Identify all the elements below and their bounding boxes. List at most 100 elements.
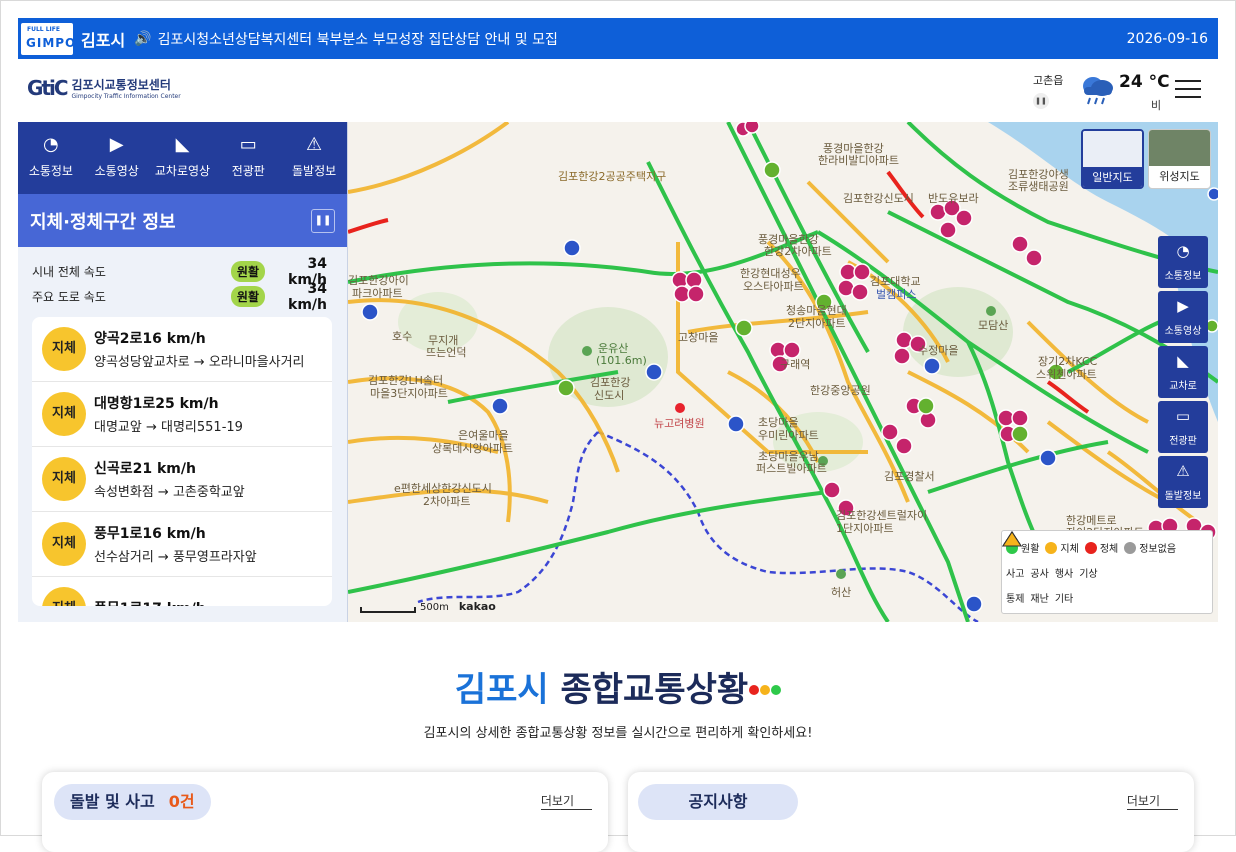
notice-card: 공지사항 더보기: [628, 772, 1194, 852]
gtic-logo[interactable]: GtiC 김포시교통정보센터 Gimpocity Traffic Informa…: [27, 76, 181, 100]
delay-badge: 지체: [42, 327, 86, 371]
weather-pause-icon[interactable]: ❚❚: [1033, 93, 1049, 109]
svg-text:스위첸아파트: 스위첸아파트: [1036, 368, 1097, 381]
list-item[interactable]: 지체 신곡로21 km/h 속성변화점 → 고촌중학교앞: [32, 447, 332, 512]
tab-intersection-video[interactable]: ◣ 교차로영상: [150, 122, 216, 194]
svg-text:은여울마을: 은여울마을: [458, 429, 509, 442]
svg-text:호수: 호수: [392, 330, 412, 343]
svg-text:김포한강2공공주택지구: 김포한강2공공주택지구: [558, 170, 666, 183]
legend-delay-dot: [1045, 541, 1058, 554]
map-type-general[interactable]: 일반지도: [1081, 129, 1144, 189]
svg-text:김포한강LH솔터: 김포한강LH솔터: [368, 374, 443, 387]
panel-title: 지체·정체구간 정보: [30, 211, 176, 233]
list-item[interactable]: 지체 대명항1로25 km/h 대명교앞 → 대명리551-19: [32, 382, 332, 447]
list-item[interactable]: 지체 풍무1로17 km/h: [32, 577, 332, 606]
sign-board-icon: ▭: [1175, 407, 1191, 425]
delay-badge: 지체: [42, 522, 86, 566]
svg-text:구래역: 구래역: [780, 358, 810, 371]
cctv-icon: ◣: [175, 134, 190, 155]
svg-text:e편한세상한강신도시: e편한세상한강신도시: [394, 482, 492, 495]
layer-traffic-info[interactable]: ◔ 소통정보: [1158, 236, 1208, 288]
svg-text:한라비발디아파트: 한라비발디아파트: [818, 154, 899, 167]
svg-text:김포한강아이: 김포한강아이: [348, 274, 409, 287]
logo-english-name: Gimpocity Traffic Information Center: [71, 93, 181, 100]
speed-value: 34 km/h: [288, 280, 327, 313]
svg-text:상록데시앙아파트: 상록데시앙아파트: [432, 442, 513, 455]
site-header: GtiC 김포시교통정보센터 Gimpocity Traffic Informa…: [18, 60, 1218, 122]
tab-sign-board[interactable]: ▭ 전광판: [215, 122, 281, 194]
svg-text:뜨는언덕: 뜨는언덕: [426, 346, 466, 359]
status-badge: 원활: [230, 261, 265, 282]
svg-text:고창마을: 고창마을: [678, 331, 718, 344]
map-provider-logo: kakao: [458, 600, 496, 613]
map-scale-bar: 500m kakao: [360, 600, 496, 613]
tab-traffic-info[interactable]: ◔ 소통정보: [18, 122, 84, 194]
top-notice-bar: FULL LIFE GIMPO 김포시 🔊 김포시청소년상담복지센터 북부분소 …: [18, 18, 1218, 59]
svg-text:오스타아파트: 오스타아파트: [743, 280, 804, 293]
layer-traffic-video[interactable]: ▶ 소통영상: [1158, 291, 1208, 343]
notice-ticker[interactable]: 김포시청소년상담복지센터 북부분소 부모성장 집단상담 안내 및 모집: [158, 29, 558, 49]
panel-title-bar: 지체·정체구간 정보 ❚❚: [18, 194, 347, 247]
logo-korean-name: 김포시교통정보센터: [71, 78, 171, 92]
traffic-map[interactable]: 풍경마을한강 한라비발디아파트 김포한강2공공주택지구 김포한강신도시 반도유보…: [348, 122, 1218, 622]
weather-temperature: 24 °C: [1119, 72, 1170, 92]
delay-badge: 지체: [42, 587, 86, 606]
svg-text:벌캠퍼스: 벌캠퍼스: [876, 288, 916, 301]
weather-condition: 비: [1151, 99, 1162, 112]
list-item[interactable]: 지체 풍무1로16 km/h 선수삼거리 → 풍무영프라자앞: [32, 512, 332, 577]
svg-text:김포한강신도시: 김포한강신도시: [843, 192, 914, 205]
main-road-speed-row: 주요 도로 속도 원활 34 km/h: [32, 280, 327, 313]
hamburger-menu-icon[interactable]: [1175, 80, 1201, 98]
alert-light-icon: ⚠: [1176, 462, 1190, 480]
svg-text:모담산: 모담산: [978, 319, 1008, 332]
tab-traffic-video[interactable]: ▶ 소통영상: [84, 122, 150, 194]
incident-more-link[interactable]: 더보기: [540, 792, 592, 810]
satellite-map-thumbnail: [1149, 130, 1210, 166]
gimpo-logo[interactable]: FULL LIFE GIMPO: [21, 22, 75, 55]
delay-badge: 지체: [42, 457, 86, 501]
svg-text:수정마을: 수정마을: [918, 344, 958, 357]
section-title: 김포시 종합교통상황: [0, 662, 1236, 711]
sign-board-icon: ▭: [239, 134, 257, 155]
svg-text:마을3단지아파트: 마을3단지아파트: [370, 387, 448, 400]
layer-intersection[interactable]: ◣ 교차로: [1158, 346, 1208, 398]
speedometer-icon: ◔: [1176, 242, 1190, 260]
svg-text:초당마을: 초당마을: [758, 416, 798, 429]
delay-badge: 지체: [42, 392, 86, 436]
svg-text:파크아파트: 파크아파트: [352, 287, 403, 300]
pause-icon[interactable]: ❚❚: [311, 208, 335, 233]
svg-text:2차아파트: 2차아파트: [423, 495, 470, 508]
alert-light-icon: ⚠: [306, 134, 323, 155]
traffic-light-icon: [748, 664, 782, 704]
svg-text:김포경찰서: 김포경찰서: [884, 470, 935, 483]
video-camera-icon: ▶: [1177, 297, 1189, 315]
layer-incident[interactable]: ⚠ 돌발정보: [1158, 456, 1208, 508]
video-camera-icon: ▶: [109, 134, 124, 155]
incident-card-title: 돌발 및 사고 0건: [54, 784, 211, 820]
layer-sign-board[interactable]: ▭ 전광판: [1158, 401, 1208, 453]
svg-text:1단지아파트: 1단지아파트: [836, 522, 894, 535]
svg-text:김포대학교: 김포대학교: [870, 275, 921, 288]
city-name: 김포시: [81, 30, 126, 50]
svg-text:신도시: 신도시: [594, 389, 624, 402]
today-date: 2026-09-16: [1126, 30, 1208, 47]
tab-incident-info[interactable]: ⚠ 돌발정보: [281, 122, 347, 194]
svg-text:김포한강센트럴자이: 김포한강센트럴자이: [836, 509, 927, 522]
list-item[interactable]: 지체 양곡2로16 km/h 양곡성당앞교차로 → 오라니마을사거리: [32, 317, 332, 382]
incident-count: 0건: [168, 792, 195, 811]
incident-card: 돌발 및 사고 0건 더보기: [42, 772, 608, 852]
svg-text:한강2차아파트: 한강2차아파트: [764, 245, 832, 258]
map-type-satellite[interactable]: 위성지도: [1148, 129, 1211, 189]
svg-text:허산: 허산: [831, 586, 851, 599]
map-legend: 원활 지체 정체 정보없음 사고 공사 행사 기상 통제 재난 기타: [1001, 530, 1213, 614]
other-event-icon: [1002, 531, 1022, 547]
svg-text:퍼스트빌아파트: 퍼스트빌아파트: [756, 462, 827, 475]
legend-no-info-dot: [1124, 541, 1137, 554]
svg-text:김포한강: 김포한강: [590, 376, 630, 389]
general-map-thumbnail: [1083, 131, 1142, 167]
panel-tab-bar: ◔ 소통정보 ▶ 소통영상 ◣ 교차로영상 ▭ 전광판 ⚠ 돌발정보: [18, 122, 347, 194]
traffic-panel: ◔ 소통정보 ▶ 소통영상 ◣ 교차로영상 ▭ 전광판 ⚠ 돌발정보 지체·정체…: [18, 122, 348, 622]
speedometer-icon: ◔: [43, 134, 59, 155]
svg-text:청송마을현대: 청송마을현대: [786, 304, 847, 317]
notice-more-link[interactable]: 더보기: [1126, 792, 1178, 810]
